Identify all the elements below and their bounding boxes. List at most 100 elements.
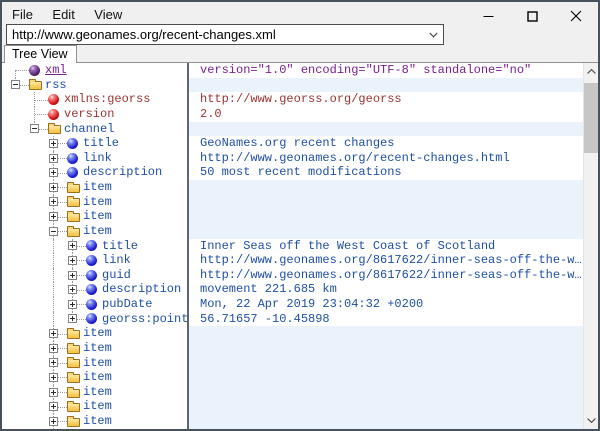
expand-icon[interactable]	[68, 256, 77, 265]
tab-tree-view[interactable]: Tree View	[4, 45, 77, 63]
tree-node-label[interactable]: link	[83, 151, 112, 166]
folder-icon	[67, 213, 80, 222]
expand-icon[interactable]	[49, 168, 58, 177]
tree-pane: xmlrssxmlns:georssversionchanneltitlelin…	[2, 63, 187, 429]
tree-node-label[interactable]: item	[83, 195, 112, 210]
tree-guide-line	[35, 114, 48, 115]
expand-icon[interactable]	[49, 344, 58, 353]
tree-node-label[interactable]: item	[83, 326, 112, 341]
folder-icon	[29, 81, 42, 90]
tree-node-label[interactable]: item	[83, 399, 112, 414]
tree-node-label[interactable]: xml	[45, 63, 67, 78]
expand-icon[interactable]	[49, 358, 58, 367]
tree-node-label[interactable]: pubDate	[102, 297, 152, 312]
window-controls	[466, 2, 598, 30]
tree-row: item	[2, 341, 187, 356]
tree-node-label[interactable]: georss:point	[102, 312, 187, 327]
collapse-icon[interactable]	[11, 80, 20, 89]
menu-view[interactable]: View	[87, 5, 129, 24]
value-row: 50 most recent modifications	[189, 165, 583, 180]
collapse-icon[interactable]	[49, 227, 58, 236]
node-value-text: Mon, 22 Apr 2019 23:04:32 +0200	[200, 297, 423, 311]
expand-icon[interactable]	[49, 402, 58, 411]
url-combobox	[6, 24, 444, 45]
tree-node-label[interactable]: item	[83, 356, 112, 371]
node-value-text: 2.0	[200, 107, 222, 121]
menu-bar: File Edit View	[2, 2, 130, 26]
folder-icon	[67, 359, 80, 368]
value-row	[189, 399, 583, 414]
tree-row: description	[2, 165, 187, 180]
value-row: movement 221.685 km	[189, 282, 583, 297]
tree-node-label[interactable]: description	[102, 282, 181, 297]
node-value-text: GeoNames.org recent changes	[200, 136, 394, 150]
tree-node-label[interactable]: title	[83, 136, 119, 151]
node-value-text: http://www.georss.org/georss	[200, 92, 402, 106]
menu-edit[interactable]: Edit	[45, 5, 81, 24]
expand-icon[interactable]	[68, 300, 77, 309]
tree-node-label[interactable]: version	[64, 107, 114, 122]
folder-icon	[67, 374, 80, 383]
expand-icon[interactable]	[49, 139, 58, 148]
tree-node-label[interactable]: item	[83, 341, 112, 356]
tree-guide-line	[16, 70, 29, 71]
expand-icon[interactable]	[49, 197, 58, 206]
node-value-text: 56.71657 -10.45898	[200, 312, 330, 326]
tree-guide-line	[53, 253, 54, 268]
expand-icon[interactable]	[49, 212, 58, 221]
url-input[interactable]	[7, 26, 423, 43]
vertical-scrollbar[interactable]	[583, 63, 598, 429]
tree-node-label[interactable]: item	[83, 370, 112, 385]
expand-icon[interactable]	[68, 241, 77, 250]
value-row	[189, 195, 583, 210]
expand-icon[interactable]	[49, 417, 58, 426]
blue-node-icon	[67, 167, 78, 178]
minimize-button[interactable]	[466, 2, 510, 30]
tree-node-label[interactable]: rss	[45, 78, 67, 93]
maximize-button[interactable]	[510, 2, 554, 30]
tree-node-label[interactable]: title	[102, 239, 138, 254]
scrollbar-thumb[interactable]	[584, 83, 598, 153]
close-button[interactable]	[554, 2, 598, 30]
value-row: http://www.geonames.org/8617622/inner-se…	[189, 268, 583, 283]
value-row	[189, 224, 583, 239]
collapse-icon[interactable]	[30, 124, 39, 133]
tree-node-label[interactable]: xmlns:georss	[64, 92, 150, 107]
menu-file[interactable]: File	[5, 5, 40, 24]
tree-row: item	[2, 414, 187, 429]
tree-row: item	[2, 180, 187, 195]
folder-icon	[67, 345, 80, 354]
expand-icon[interactable]	[49, 373, 58, 382]
tree-node-label[interactable]: channel	[64, 122, 114, 137]
tree-row: item	[2, 326, 187, 341]
tree-node-label[interactable]: item	[83, 180, 112, 195]
tree-node-label[interactable]: item	[83, 385, 112, 400]
tree-row: item	[2, 356, 187, 371]
node-value-text: http://www.geonames.org/recent-changes.h…	[200, 151, 510, 165]
value-row	[189, 122, 583, 137]
tree-row: channel	[2, 122, 187, 137]
tree-node-label[interactable]: link	[102, 253, 131, 268]
folder-icon	[67, 198, 80, 207]
tree-node-label[interactable]: item	[83, 224, 112, 239]
tree-node-label[interactable]: description	[83, 165, 162, 180]
expand-icon[interactable]	[49, 388, 58, 397]
scrollbar-track[interactable]	[584, 80, 598, 412]
scroll-up-button[interactable]	[584, 63, 598, 80]
url-dropdown-button[interactable]	[423, 25, 443, 44]
value-row	[189, 356, 583, 371]
value-row: http://www.geonames.org/8617622/inner-se…	[189, 253, 583, 268]
expand-icon[interactable]	[49, 154, 58, 163]
node-value-text: http://www.geonames.org/8617622/inner-se…	[200, 253, 582, 267]
expand-icon[interactable]	[49, 183, 58, 192]
tree-node-label[interactable]: guid	[102, 268, 131, 283]
expand-icon[interactable]	[68, 314, 77, 323]
expand-icon[interactable]	[68, 285, 77, 294]
tree-node-label[interactable]: item	[83, 209, 112, 224]
tree-node-label[interactable]: item	[83, 414, 112, 429]
folder-icon	[48, 125, 61, 134]
scroll-down-button[interactable]	[584, 412, 598, 429]
node-value-text: movement 221.685 km	[200, 282, 337, 296]
expand-icon[interactable]	[68, 271, 77, 280]
expand-icon[interactable]	[49, 329, 58, 338]
